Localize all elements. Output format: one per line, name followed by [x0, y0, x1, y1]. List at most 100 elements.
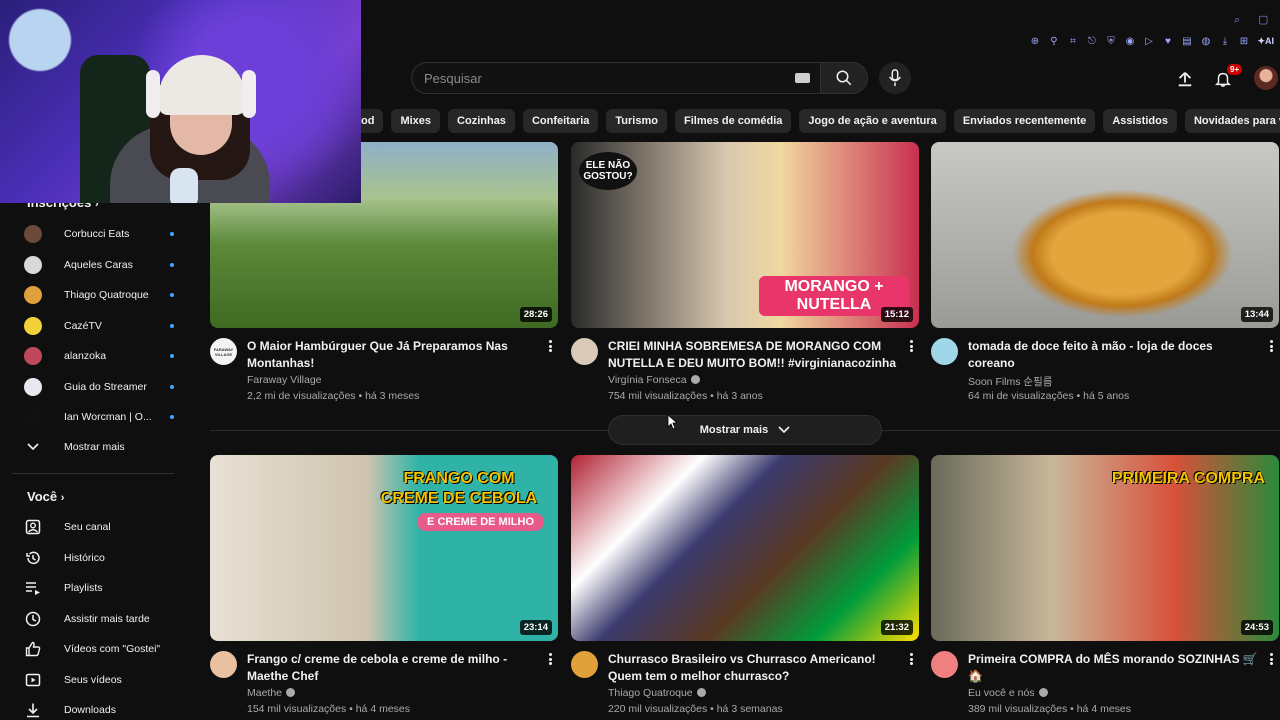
shield-icon[interactable]: ⛨: [1105, 36, 1116, 47]
crop-icon[interactable]: ⌗: [1067, 36, 1078, 47]
thumbnail-overlay-text: PRIMEIRA COMPRA: [1111, 470, 1265, 487]
channel-name[interactable]: Soon Films 순필름: [968, 374, 1052, 389]
subscription-label: Corbucci Eats: [64, 228, 130, 240]
channel-avatar: [24, 286, 42, 304]
chip-2[interactable]: Cozinhas: [448, 109, 515, 133]
channel-avatar[interactable]: FARAWAY VILLAGE: [210, 338, 237, 365]
chip-8[interactable]: Assistidos: [1103, 109, 1177, 133]
notifications-button[interactable]: 9+: [1211, 64, 1243, 91]
subscription-label: Guia do Streamer: [64, 380, 147, 393]
channel-name-text: Thiago Quatroque: [608, 687, 693, 699]
show-more-button[interactable]: Mostrar mais: [608, 415, 882, 445]
channel-name[interactable]: Virgínia Fonseca: [608, 374, 700, 386]
download-icon[interactable]: ⤓: [1219, 36, 1230, 47]
video-details: Churrasco Brasileiro vs Churrasco Americ…: [571, 651, 919, 720]
sidebar-item-history[interactable]: Histórico: [24, 545, 174, 571]
ai-button[interactable]: ✦AI: [1257, 36, 1274, 47]
video-card[interactable]: FRANGO COM CREME DE CEBOLA E CREME DE MIL…: [210, 455, 558, 720]
record-icon[interactable]: ◉: [1124, 36, 1135, 47]
chevron-right-icon: ›: [60, 492, 65, 504]
heart-icon[interactable]: ♥: [1162, 36, 1173, 47]
video-title[interactable]: tomada de doce feito à mão - loja de doc…: [968, 338, 1258, 371]
voice-search-button[interactable]: [879, 62, 911, 94]
more-actions-icon[interactable]: [905, 338, 917, 354]
subscription-item[interactable]: Ian Worcman | O...: [24, 404, 174, 430]
chip-0[interactable]: od: [361, 109, 384, 133]
sidebar-item-your-videos[interactable]: Seus vídeos: [24, 667, 174, 693]
subscription-item[interactable]: Guia do Streamer: [24, 374, 174, 400]
extension-icon[interactable]: ▤: [1181, 36, 1192, 47]
channel-avatar[interactable]: [210, 651, 237, 678]
subscription-item[interactable]: Thiago Quatroque: [24, 282, 174, 308]
video-thumbnail[interactable]: 21:32: [571, 455, 919, 641]
channel-name[interactable]: Eu você e nós: [968, 687, 1048, 699]
show-more-subscriptions[interactable]: Mostrar mais: [24, 434, 174, 460]
channel-avatar: [24, 255, 42, 274]
more-actions-icon[interactable]: [905, 651, 917, 667]
video-thumbnail[interactable]: ELE NÃO GOSTOU? MORANGO + NUTELLA 15:12: [571, 142, 919, 328]
chip-4[interactable]: Turismo: [606, 109, 667, 133]
search-button[interactable]: [820, 62, 868, 94]
microphone-icon: [889, 69, 901, 87]
channel-avatar[interactable]: [931, 651, 958, 678]
video-title[interactable]: CRIEI MINHA SOBREMESA DE MORANGO COM NUT…: [608, 338, 898, 371]
zoom-icon[interactable]: ⊕: [1029, 36, 1040, 47]
video-thumbnail[interactable]: PRIMEIRA COMPRA 24:53: [931, 455, 1279, 641]
chip-7[interactable]: Enviados recentemente: [953, 109, 1096, 133]
share-icon[interactable]: ⎋: [1086, 36, 1097, 47]
window-icon[interactable]: ▢: [1258, 14, 1270, 26]
sidebar-item-playlists[interactable]: Playlists: [24, 575, 174, 601]
subscription-item[interactable]: Aqueles Caras: [24, 252, 174, 278]
channel-name-text: Soon Films 순필름: [968, 376, 1053, 388]
channel-avatar[interactable]: [931, 338, 958, 365]
user-avatar[interactable]: [1254, 66, 1278, 90]
chip-9[interactable]: Novidades para você: [1184, 109, 1280, 133]
profile-icon[interactable]: ◍: [1200, 36, 1211, 47]
video-title[interactable]: Churrasco Brasileiro vs Churrasco Americ…: [608, 651, 898, 684]
sidebar-item-channel[interactable]: Seu canal: [24, 514, 174, 540]
search-input[interactable]: [412, 63, 772, 93]
channel-name[interactable]: Maethe: [247, 687, 296, 699]
you-title[interactable]: Você ›: [27, 489, 64, 504]
video-card[interactable]: 21:32 Churrasco Brasileiro vs Churrasco A…: [571, 455, 919, 720]
search-extension-icon[interactable]: ⌕: [1234, 14, 1246, 26]
pin-icon[interactable]: ⚲: [1048, 36, 1059, 47]
channel-avatar[interactable]: [571, 651, 598, 678]
channel-name[interactable]: Thiago Quatroque: [608, 687, 706, 699]
sidebar-item-download[interactable]: Downloads: [24, 697, 174, 720]
sidebar-item-label: Seu canal: [64, 521, 111, 533]
create-button[interactable]: [1173, 67, 1197, 91]
video-title[interactable]: Primeira COMPRA do MÊS morando SOZINHAS …: [968, 651, 1258, 684]
verified-icon: [1038, 688, 1048, 697]
more-actions-icon[interactable]: [544, 651, 556, 667]
video-details: Primeira COMPRA do MÊS morando SOZINHAS …: [931, 651, 1279, 720]
subscription-item[interactable]: Corbucci Eats: [24, 221, 174, 247]
more-actions-icon[interactable]: [544, 338, 556, 354]
video-title[interactable]: O Maior Hambúrguer Que Já Preparamos Nas…: [247, 338, 537, 371]
sidebar-item-like[interactable]: Vídeos com "Gostei": [24, 636, 174, 662]
channel-name-text: Maethe: [247, 687, 283, 699]
video-title[interactable]: Frango c/ creme de cebola e creme de mil…: [247, 651, 537, 684]
play-icon[interactable]: ▷: [1143, 36, 1154, 47]
sidebar-item-label: Vídeos com "Gostei": [64, 643, 161, 655]
subscription-item[interactable]: alanzoka: [24, 343, 174, 369]
puzzle-icon[interactable]: ⊞: [1238, 36, 1249, 47]
channel-name[interactable]: Faraway Village: [247, 374, 322, 386]
chip-6[interactable]: Jogo de ação e aventura: [799, 109, 946, 133]
channel-avatar: [24, 347, 42, 365]
video-card[interactable]: 13:44 tomada de doce feito à mão - loja d…: [931, 142, 1279, 408]
chip-1[interactable]: Mixes: [391, 109, 441, 133]
more-actions-icon[interactable]: [1265, 651, 1277, 667]
subscription-item[interactable]: CazéTV: [24, 313, 174, 339]
channel-avatar[interactable]: [571, 338, 598, 365]
new-content-dot: [170, 384, 174, 389]
chip-3[interactable]: Confeitaria: [522, 109, 599, 133]
sidebar-item-watch-later[interactable]: Assistir mais tarde: [24, 606, 174, 632]
video-card[interactable]: PRIMEIRA COMPRA 24:53 Primeira COMPRA do M…: [931, 455, 1279, 720]
keyboard-icon[interactable]: [795, 73, 810, 83]
more-actions-icon[interactable]: [1265, 338, 1277, 354]
video-thumbnail[interactable]: FRANGO COM CREME DE CEBOLA E CREME DE MIL…: [210, 455, 558, 641]
video-card[interactable]: ELE NÃO GOSTOU? MORANGO + NUTELLA 15:12 CRI…: [571, 142, 919, 408]
chip-5[interactable]: Filmes de comédia: [674, 109, 792, 133]
video-thumbnail[interactable]: 13:44: [931, 142, 1279, 328]
